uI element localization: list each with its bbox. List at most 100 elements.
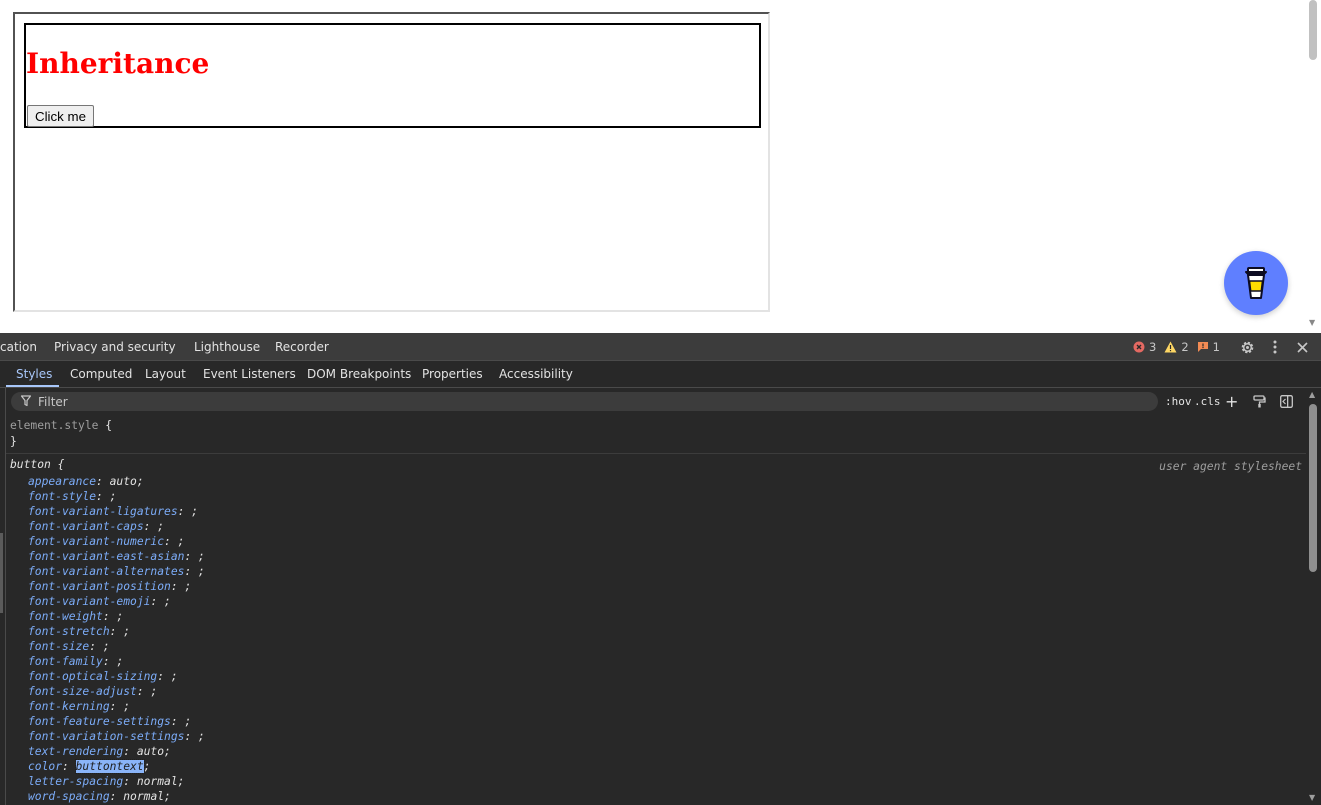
css-declaration[interactable]: font-style: ;: [28, 490, 116, 503]
css-property-name[interactable]: font-feature-settings: [28, 715, 171, 728]
scroll-down-arrow-icon[interactable]: ▼: [1309, 318, 1315, 327]
active-tab-indicator: [6, 385, 59, 387]
css-property-name[interactable]: font-variant-position: [28, 580, 171, 593]
toggle-sidebar-button[interactable]: [1280, 392, 1293, 411]
css-declaration[interactable]: font-variant-ligatures: ;: [28, 505, 198, 518]
console-counts[interactable]: 3 2 1: [1133, 333, 1228, 361]
css-declaration[interactable]: font-family: ;: [28, 655, 123, 668]
css-property-name[interactable]: font-stretch: [28, 625, 110, 638]
tab-properties[interactable]: Properties: [422, 361, 483, 388]
class-toggle[interactable]: .cls: [1194, 392, 1221, 411]
coffee-cup-icon: [1245, 267, 1267, 299]
css-property-name[interactable]: font-variant-caps: [28, 520, 144, 533]
css-property-name[interactable]: font-style: [28, 490, 96, 503]
element-style-selector: element.style: [10, 419, 99, 432]
css-property-name[interactable]: font-variation-settings: [28, 730, 184, 743]
tab-layout[interactable]: Layout: [145, 361, 186, 388]
click-me-button[interactable]: Click me: [27, 105, 94, 127]
new-style-rule-button[interactable]: +: [1225, 392, 1238, 411]
filter-input[interactable]: [38, 393, 1138, 410]
css-property-name[interactable]: font-family: [28, 655, 103, 668]
css-property-value[interactable]: normal: [137, 775, 178, 788]
paint-roller-icon: [1253, 395, 1266, 408]
css-declaration[interactable]: font-size-adjust: ;: [28, 685, 157, 698]
page-scrollbar[interactable]: ▼: [1306, 0, 1321, 333]
button-rule-header: button {: [10, 458, 64, 471]
css-property-name[interactable]: word-spacing: [28, 790, 110, 803]
warning-icon: [1164, 341, 1177, 353]
css-property-name[interactable]: font-size-adjust: [28, 685, 137, 698]
css-declaration[interactable]: font-variation-settings: ;: [28, 730, 205, 743]
css-declaration[interactable]: color: buttontext;: [28, 759, 150, 774]
elements-subtabbar: Styles Computed Layout Event Listeners D…: [0, 361, 1321, 388]
css-property-name[interactable]: text-rendering: [28, 745, 123, 758]
tab-privacy-and-security[interactable]: Privacy and security: [54, 333, 176, 361]
more-options-button[interactable]: [1268, 333, 1282, 361]
demo-container: Inheritance Click me: [24, 23, 761, 128]
scroll-up-arrow-icon[interactable]: ▲: [1309, 390, 1315, 399]
css-property-name[interactable]: font-variant-east-asian: [28, 550, 184, 563]
element-style-rule[interactable]: element.style {: [10, 419, 112, 432]
tab-lighthouse[interactable]: Lighthouse: [194, 333, 260, 361]
css-property-name[interactable]: font-kerning: [28, 700, 110, 713]
css-declaration[interactable]: letter-spacing: normal;: [28, 775, 184, 788]
scroll-down-arrow-icon[interactable]: ▼: [1309, 793, 1315, 802]
css-property-name[interactable]: font-size: [28, 640, 89, 653]
gear-icon: [1241, 341, 1253, 353]
css-property-value[interactable]: auto: [137, 745, 164, 758]
css-property-name[interactable]: appearance: [28, 475, 96, 488]
css-property-name[interactable]: font-variant-numeric: [28, 535, 164, 548]
tab-recorder[interactable]: Recorder: [275, 333, 329, 361]
css-declaration[interactable]: font-variant-numeric: ;: [28, 535, 184, 548]
settings-button[interactable]: [1238, 333, 1256, 361]
css-property-value[interactable]: buttontext: [74, 759, 145, 774]
rule-divider: [6, 453, 1306, 454]
kebab-menu-icon: [1273, 340, 1277, 354]
filter-funnel-icon: [21, 395, 31, 407]
page-scroll-thumb[interactable]: [1309, 0, 1317, 60]
preview-iframe: Inheritance Click me: [13, 12, 770, 312]
page-viewport: Inheritance Click me ▼: [0, 0, 1321, 333]
css-property-name[interactable]: font-optical-sizing: [28, 670, 157, 683]
css-property-name[interactable]: letter-spacing: [28, 775, 123, 788]
css-declaration[interactable]: font-stretch: ;: [28, 625, 130, 638]
css-property-value[interactable]: normal: [123, 790, 164, 803]
css-declaration[interactable]: font-variant-alternates: ;: [28, 565, 205, 578]
css-declaration[interactable]: font-kerning: ;: [28, 700, 130, 713]
css-declaration[interactable]: font-weight: ;: [28, 610, 123, 623]
css-property-name[interactable]: font-variant-emoji: [28, 595, 150, 608]
css-declaration[interactable]: word-spacing: normal;: [28, 790, 171, 803]
css-declaration[interactable]: font-variant-emoji: ;: [28, 595, 171, 608]
css-declaration[interactable]: font-variant-caps: ;: [28, 520, 164, 533]
css-declaration[interactable]: font-feature-settings: ;: [28, 715, 191, 728]
splitter-grip[interactable]: [0, 533, 3, 613]
css-declaration[interactable]: appearance: auto;: [28, 475, 144, 488]
tab-dom-breakpoints[interactable]: DOM Breakpoints: [307, 361, 411, 388]
css-declaration[interactable]: text-rendering: auto;: [28, 745, 171, 758]
styles-pane: element.style { } button { user agent st…: [6, 415, 1306, 805]
close-devtools-button[interactable]: [1294, 333, 1310, 361]
stylesheet-source-label: user agent stylesheet: [1159, 460, 1302, 473]
color-format-button[interactable]: [1253, 392, 1266, 411]
tab-computed[interactable]: Computed: [70, 361, 132, 388]
css-declaration[interactable]: font-size: ;: [28, 640, 110, 653]
css-declaration[interactable]: font-variant-east-asian: ;: [28, 550, 205, 563]
devtools-panel: cation Privacy and security Lighthouse R…: [0, 333, 1321, 805]
css-property-value[interactable]: auto: [110, 475, 137, 488]
error-count: 3: [1133, 340, 1156, 354]
issue-count: 1: [1197, 340, 1220, 354]
tab-accessibility[interactable]: Accessibility: [499, 361, 573, 388]
css-property-name[interactable]: font-weight: [28, 610, 103, 623]
styles-scrollbar[interactable]: ▲ ▼: [1306, 388, 1321, 805]
css-declaration[interactable]: font-variant-position: ;: [28, 580, 191, 593]
css-declaration[interactable]: font-optical-sizing: ;: [28, 670, 178, 683]
css-property-name[interactable]: font-variant-alternates: [28, 565, 184, 578]
css-property-name[interactable]: color: [28, 760, 62, 773]
hover-state-toggle[interactable]: :hov: [1165, 392, 1192, 411]
tab-event-listeners[interactable]: Event Listeners: [203, 361, 296, 388]
tab-application[interactable]: cation: [0, 333, 37, 361]
styles-scroll-thumb[interactable]: [1309, 404, 1317, 572]
tab-styles[interactable]: Styles: [16, 361, 52, 388]
css-property-name[interactable]: font-variant-ligatures: [28, 505, 178, 518]
buy-me-a-coffee-button[interactable]: [1224, 251, 1288, 315]
